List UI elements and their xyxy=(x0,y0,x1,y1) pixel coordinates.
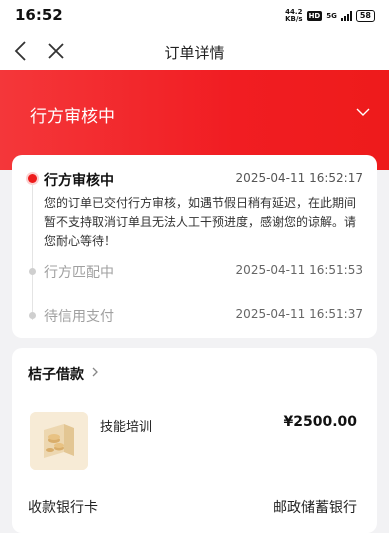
product-thumbnail xyxy=(30,412,88,470)
nav-bar: 订单详情 xyxy=(0,34,389,70)
timeline-line xyxy=(32,178,33,320)
timeline-step-time: 2025-04-11 16:51:37 xyxy=(235,307,363,321)
timeline-step-title: 待信用支付 xyxy=(44,309,114,325)
timeline-dot-active xyxy=(28,174,37,183)
chevron-right-icon[interactable] xyxy=(89,366,101,378)
signal-label: 5G xyxy=(326,12,337,20)
signal-icon xyxy=(340,11,352,21)
bank-card-label: 收款银行卡 xyxy=(28,500,98,516)
status-time: 16:52 xyxy=(15,6,63,24)
coin-stack-icon xyxy=(30,412,88,470)
status-header-title: 行方审核中 xyxy=(30,107,115,127)
battery-icon: 58 xyxy=(355,10,375,22)
timeline-step-title: 行方审核中 xyxy=(44,173,114,189)
product-price: ¥2500.00 xyxy=(283,414,357,430)
timeline-step-description: 您的订单已交付行方审核，如遇节假日稍有延迟，在此期间暂不支持取消订单且无法人工干… xyxy=(44,196,357,248)
hd-badge: HD xyxy=(306,11,323,21)
network-speed: 44.2 KB/s xyxy=(285,8,303,23)
loan-card: 桔子借款 技能培训 ¥2500.00 收款银行卡 邮政储蓄银行 xyxy=(12,348,377,533)
chevron-down-icon[interactable] xyxy=(355,104,371,120)
page-title: 订单详情 xyxy=(164,44,225,62)
timeline-step-title: 行方匹配中 xyxy=(44,265,114,281)
timeline-dot xyxy=(29,268,36,275)
status-bar: 16:52 44.2 KB/s HD 5G 58 xyxy=(0,0,389,34)
timeline-dot xyxy=(29,312,36,319)
timeline-step-time: 2025-04-11 16:52:17 xyxy=(235,171,363,185)
status-indicators: 44.2 KB/s HD 5G 58 xyxy=(285,9,375,23)
product-name: 技能培训 xyxy=(100,420,153,435)
status-timeline-card: 行方审核中 2025-04-11 16:52:17 您的订单已交付行方审核，如遇… xyxy=(12,155,377,338)
lender-link[interactable]: 桔子借款 xyxy=(28,364,84,384)
bank-card-value: 邮政储蓄银行 xyxy=(273,500,357,516)
timeline-step-time: 2025-04-11 16:51:53 xyxy=(235,263,363,277)
